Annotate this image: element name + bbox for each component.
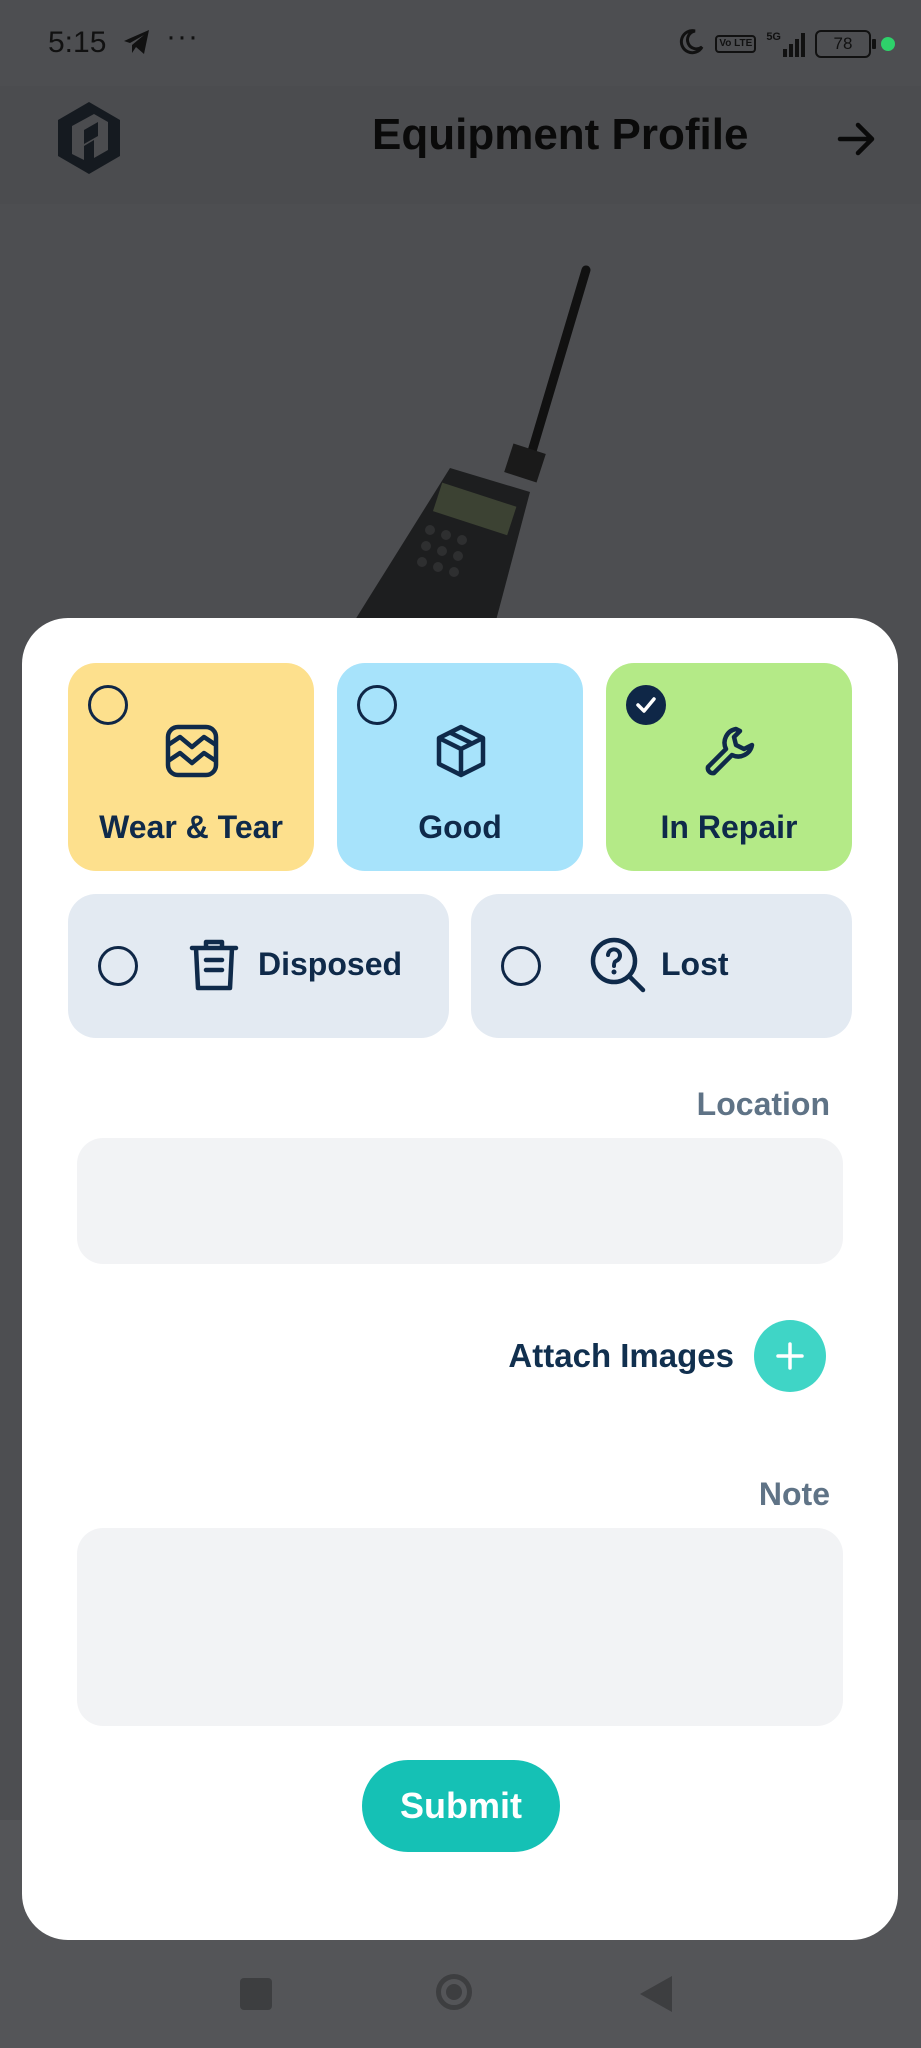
status-icons: Vo LTE 5G 78 — [677, 26, 895, 62]
status-option-disposed[interactable]: Disposed — [68, 894, 449, 1038]
wrench-icon — [702, 723, 758, 784]
app-logo-icon — [54, 100, 124, 181]
back-icon[interactable] — [640, 1976, 672, 2012]
arrow-right-icon[interactable] — [836, 118, 878, 165]
signal-icon: 5G — [766, 31, 805, 57]
network-type: 5G — [766, 31, 781, 43]
equipment-image — [330, 258, 610, 633]
box-icon — [433, 723, 489, 784]
note-textarea[interactable] — [77, 1528, 843, 1726]
question-search-icon — [589, 936, 647, 999]
plus-icon — [776, 1342, 804, 1370]
more-notifications-icon: ··· — [166, 20, 199, 53]
moon-icon — [677, 28, 705, 61]
location-input[interactable] — [77, 1138, 843, 1264]
wear-tear-icon — [164, 723, 220, 784]
attach-images-button[interactable] — [754, 1320, 826, 1392]
page-title: Equipment Profile — [372, 110, 749, 159]
radio-button[interactable] — [98, 946, 138, 986]
status-option-lost[interactable]: Lost — [471, 894, 852, 1038]
trash-icon — [186, 936, 242, 997]
check-icon — [636, 697, 656, 713]
status-time: 5:15 — [48, 26, 107, 59]
status-option-in-repair[interactable]: In Repair — [606, 663, 852, 871]
radio-button[interactable] — [88, 685, 128, 725]
status-update-modal: Wear & Tear Good In Repair Disposed Lost — [22, 618, 898, 1940]
submit-button[interactable]: Submit — [362, 1760, 560, 1852]
status-label: In Repair — [660, 809, 798, 845]
home-icon[interactable] — [436, 1974, 472, 2010]
status-label: Disposed — [258, 946, 403, 982]
radio-button[interactable] — [357, 685, 397, 725]
radio-button-checked[interactable] — [626, 685, 666, 725]
attach-images-row: Attach Images — [508, 1320, 826, 1392]
attach-images-label: Attach Images — [508, 1337, 734, 1374]
status-label: Wear & Tear — [99, 809, 283, 845]
note-label: Note — [758, 1476, 830, 1512]
recent-apps-icon[interactable] — [240, 1978, 272, 2010]
status-option-wear-tear[interactable]: Wear & Tear — [68, 663, 314, 871]
status-label: Lost — [661, 946, 729, 982]
status-option-good[interactable]: Good — [337, 663, 583, 871]
status-bar: 5:15 ··· Vo LTE 5G 78 — [0, 0, 921, 86]
battery-icon: 78 — [815, 30, 876, 58]
telegram-icon — [122, 28, 152, 61]
radio-button[interactable] — [501, 946, 541, 986]
volte-icon: Vo LTE — [715, 35, 757, 53]
privacy-indicator — [881, 37, 895, 51]
location-label: Location — [696, 1086, 830, 1122]
status-label: Good — [418, 809, 502, 845]
